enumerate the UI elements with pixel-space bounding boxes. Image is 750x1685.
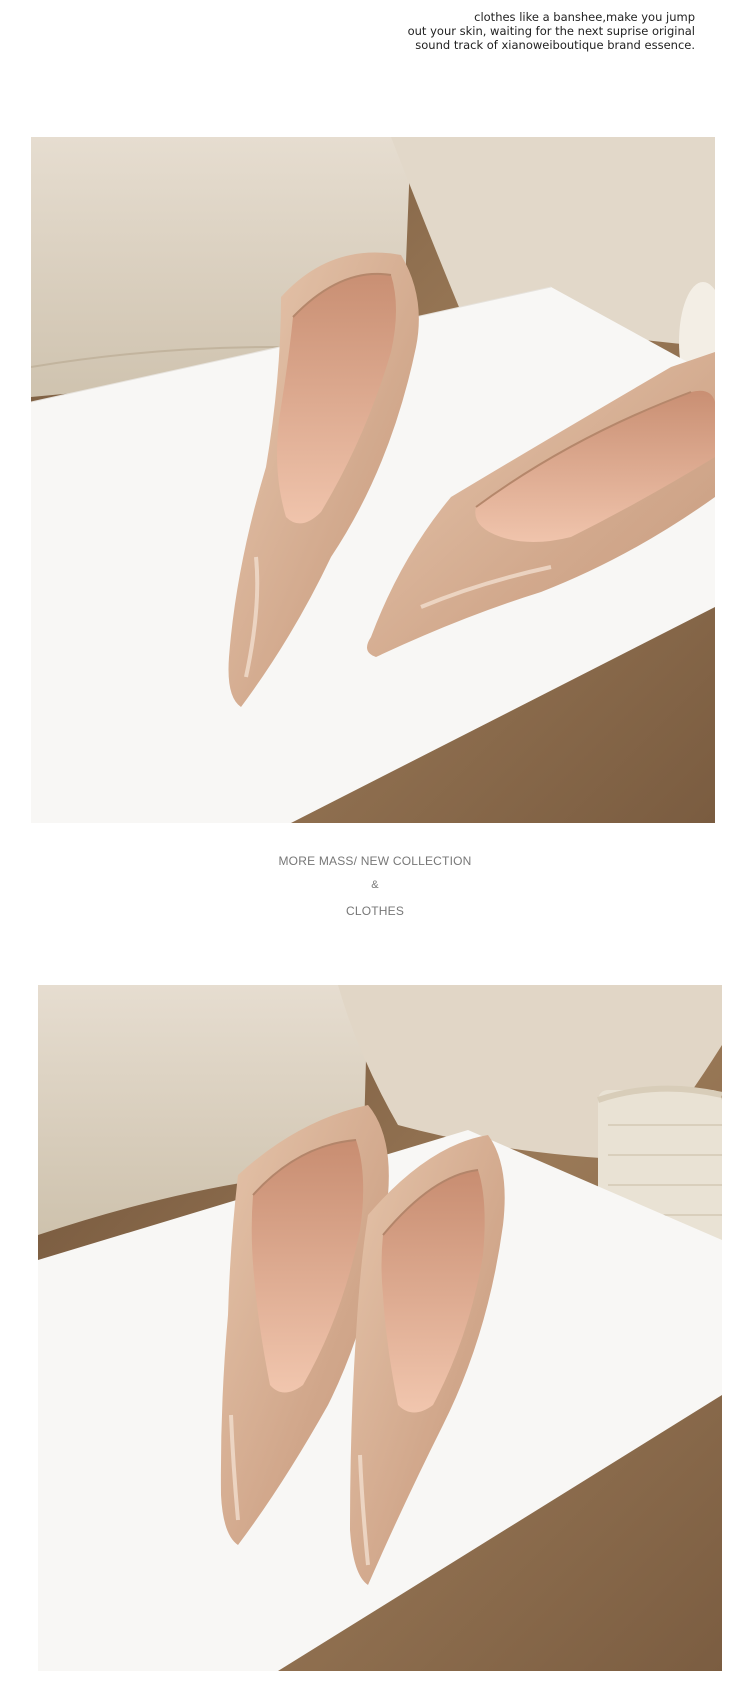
- product-photo-1-illustration: [31, 137, 715, 823]
- tagline-line-1: clothes like a banshee,make you jump: [474, 10, 695, 24]
- tagline-line-2: out your skin, waiting for the next supr…: [407, 24, 695, 38]
- brand-tagline: clothes like a banshee,make you jump out…: [335, 10, 695, 52]
- collection-caption-ampersand: &: [371, 879, 379, 891]
- product-photo-2: [38, 985, 722, 1671]
- tagline-line-3: sound track of xianoweiboutique brand es…: [415, 38, 695, 52]
- collection-caption-line-3: CLOTHES: [345, 904, 405, 918]
- product-photo-1: [31, 137, 715, 823]
- collection-caption-line-1: MORE MASS/ NEW COLLECTION: [278, 854, 472, 868]
- product-photo-2-illustration: [38, 985, 722, 1671]
